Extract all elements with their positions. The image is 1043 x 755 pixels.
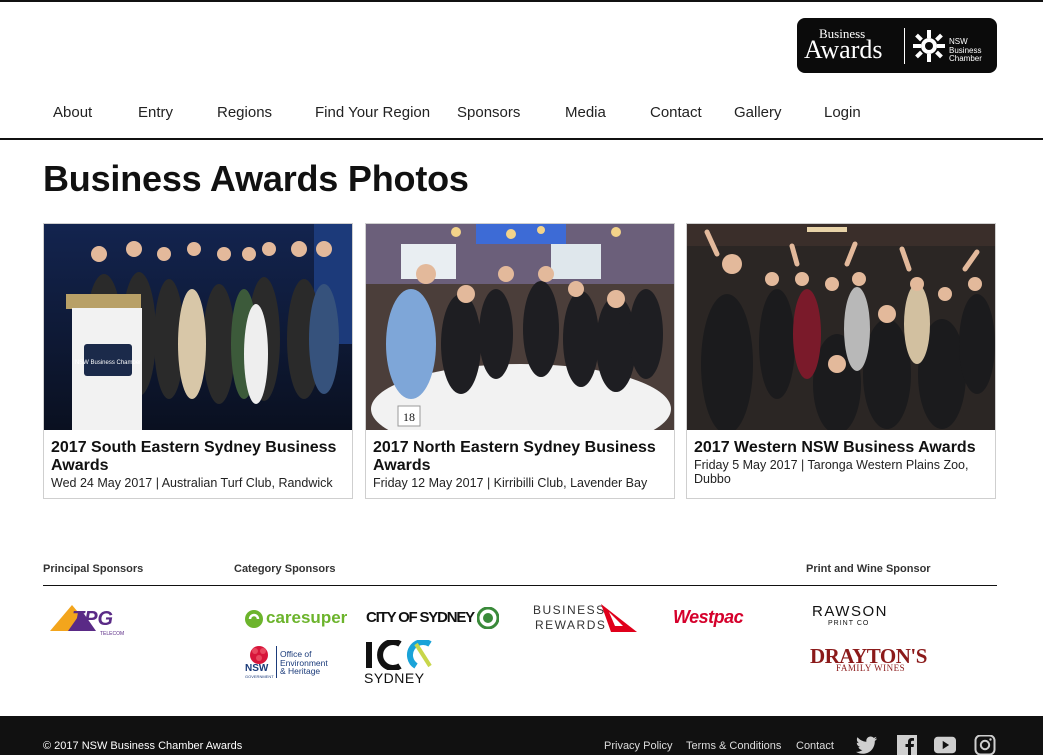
nav-sponsors[interactable]: Sponsors — [457, 104, 520, 121]
logo-awards-text: Awards — [804, 35, 883, 64]
olympic-wreath-icon — [477, 607, 499, 629]
oeh-text: Office of Environment & Heritage — [280, 649, 328, 676]
card-meta: Friday 5 May 2017 | Taronga Western Plai… — [694, 458, 969, 486]
nav-entry[interactable]: Entry — [138, 104, 173, 121]
event-photo[interactable]: NSW Business Chamber — [44, 224, 352, 430]
rawson-print-logo[interactable]: RAWSON PRINT CO — [812, 603, 892, 631]
chamber-gear-icon — [913, 30, 945, 62]
tpg-sub-text: TELECOM — [100, 631, 125, 637]
gallery-card[interactable]: NSW Business Chamber 2017 South Eastern … — [43, 223, 353, 499]
logo-divider — [904, 28, 905, 64]
twitter-icon[interactable] — [856, 735, 878, 755]
nav-media[interactable]: Media — [565, 104, 606, 121]
rawson-print-text: PRINT CO — [828, 620, 870, 627]
business-rewards-line-2: REWARDS — [535, 618, 607, 632]
category-sponsors-heading: Category Sponsors — [234, 563, 336, 575]
card-title[interactable]: 2017 South Eastern Sydney Business Award… — [51, 439, 347, 475]
qantas-kangaroo-icon — [601, 604, 637, 632]
draytons-sub-text: FAMILY WINES — [836, 663, 906, 673]
privacy-policy-link[interactable]: Privacy Policy — [604, 740, 672, 752]
top-border — [0, 0, 1043, 2]
event-photo[interactable]: 18 — [366, 224, 674, 430]
main-nav: About Entry Regions Find Your Region Spo… — [0, 104, 1043, 128]
nav-regions[interactable]: Regions — [217, 104, 272, 121]
caresuper-logo[interactable]: caresuper — [244, 607, 348, 631]
principal-sponsors-heading: Principal Sponsors — [43, 563, 144, 575]
gallery-card[interactable]: 18 2017 North Eastern Sydney Business Aw… — [365, 223, 675, 499]
caresuper-mark-icon — [245, 610, 263, 628]
terms-conditions-link[interactable]: Terms & Conditions — [686, 740, 781, 752]
rawson-text: RAWSON — [812, 603, 888, 620]
nav-find-your-region[interactable]: Find Your Region — [315, 104, 430, 121]
nav-about[interactable]: About — [53, 104, 92, 121]
print-wine-sponsor-heading: Print and Wine Sponsor — [806, 563, 931, 575]
facebook-icon[interactable] — [896, 735, 918, 755]
icc-mark-icon — [366, 640, 432, 670]
westpac-text: Westpac — [673, 607, 744, 627]
oeh-divider — [276, 646, 277, 678]
business-awards-logo[interactable]: Business Awards NSW Business Chamber — [797, 18, 997, 73]
sponsors-divider — [43, 585, 997, 586]
instagram-icon[interactable] — [974, 735, 996, 755]
city-of-sydney-text: CITY OF SYDNEY — [366, 609, 475, 626]
card-title[interactable]: 2017 North Eastern Sydney Business Award… — [373, 439, 669, 475]
draytons-family-wines-logo[interactable]: DRAYTON'S FAMILY WINES — [810, 644, 932, 674]
gallery-card[interactable]: 2017 Western NSW Business Awards Friday … — [686, 223, 996, 499]
card-title[interactable]: 2017 Western NSW Business Awards — [694, 439, 990, 457]
page-title: Business Awards Photos — [43, 158, 469, 199]
podium-label: NSW Business Chamber — [75, 360, 141, 366]
city-of-sydney-logo[interactable]: CITY OF SYDNEY — [366, 606, 500, 632]
nsw-gov-text: NSW — [245, 663, 269, 674]
icc-sydney-logo[interactable]: SYDNEY — [364, 640, 436, 686]
icc-sydney-text: SYDNEY — [364, 670, 425, 686]
card-meta: Wed 24 May 2017 | Australian Turf Club, … — [51, 476, 333, 490]
nsw-office-of-environment-heritage-logo[interactable]: NSW GOVERNMENT Office of Environment & H… — [244, 644, 339, 680]
copyright-text: © 2017 NSW Business Chamber Awards — [43, 740, 243, 752]
youtube-icon[interactable] — [934, 735, 956, 755]
nav-gallery[interactable]: Gallery — [734, 104, 782, 121]
footer-contact-link[interactable]: Contact — [796, 740, 834, 752]
logo-chamber-text: NSW Business Chamber — [949, 37, 982, 63]
westpac-logo[interactable]: Westpac — [673, 607, 775, 629]
site-footer: © 2017 NSW Business Chamber Awards Priva… — [0, 716, 1043, 755]
tpg-text: TPG — [72, 608, 114, 630]
table-number: 18 — [403, 410, 415, 424]
caresuper-text: caresuper — [266, 608, 348, 627]
nav-contact[interactable]: Contact — [650, 104, 702, 121]
business-rewards-line-1: BUSINESS — [533, 603, 606, 617]
nav-login[interactable]: Login — [824, 104, 861, 121]
tpg-logo[interactable]: TPG TELECOM — [50, 603, 128, 637]
event-photo[interactable] — [687, 224, 995, 430]
nav-divider — [0, 138, 1043, 140]
nsw-gov-sub-text: GOVERNMENT — [245, 674, 274, 679]
qantas-business-rewards-logo[interactable]: BUSINESS REWARDS — [533, 603, 638, 633]
card-meta: Friday 12 May 2017 | Kirribilli Club, La… — [373, 476, 648, 490]
